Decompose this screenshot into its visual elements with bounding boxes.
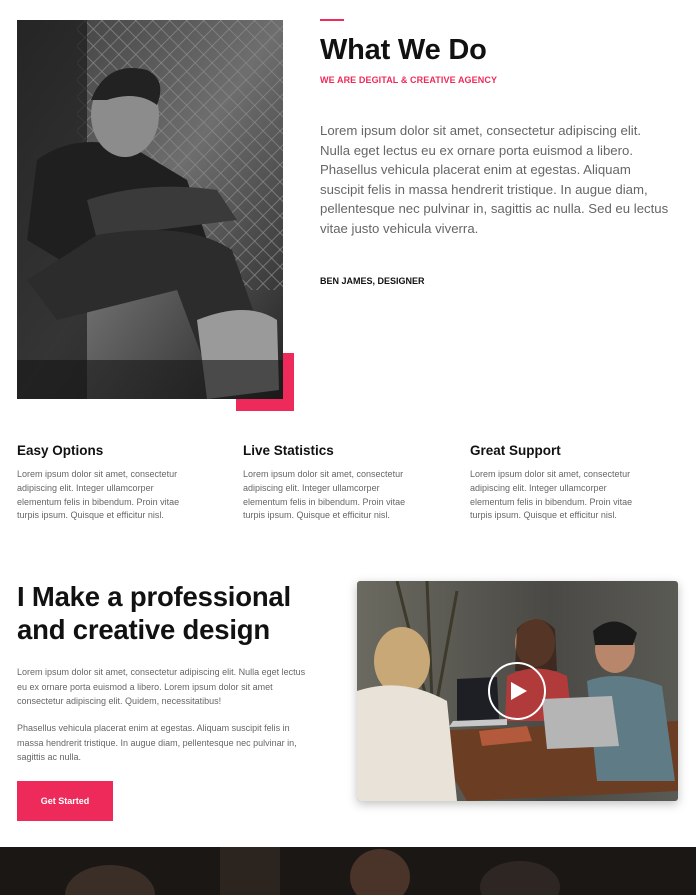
pro-paragraph-1: Lorem ipsum dolor sit amet, consectetur …	[17, 667, 306, 706]
title-accent-line	[320, 19, 344, 21]
feature-title: Great Support	[470, 443, 561, 458]
feature-text: Lorem ipsum dolor sit amet, consectetur …	[17, 469, 180, 521]
feature-text: Lorem ipsum dolor sit amet, consectetur …	[470, 469, 633, 521]
video-thumbnail[interactable]	[357, 581, 678, 801]
pro-title: I Make a professional and creative desig…	[17, 581, 291, 645]
pro-paragraph-2: Phasellus vehicula placerat enim at eges…	[17, 723, 297, 762]
about-title: What We Do	[320, 34, 487, 66]
about-image-frame	[17, 20, 294, 411]
about-body: Lorem ipsum dolor sit amet, consectetur …	[320, 123, 669, 236]
about-subtitle: WE ARE DEGITAL & CREATIVE AGENCY	[320, 75, 498, 85]
get-started-button[interactable]: Get Started	[17, 781, 113, 821]
feature-title: Easy Options	[17, 443, 104, 458]
feature-title: Live Statistics	[243, 443, 334, 458]
play-icon	[511, 682, 527, 700]
play-button[interactable]	[488, 662, 546, 720]
about-photo	[17, 20, 283, 399]
next-section-background	[0, 847, 696, 895]
about-author: BEN JAMES, DESIGNER	[320, 276, 425, 286]
feature-easy-options: Easy Options Lorem ipsum dolor sit amet,…	[17, 443, 197, 523]
feature-great-support: Great Support Lorem ipsum dolor sit amet…	[470, 443, 650, 523]
feature-text: Lorem ipsum dolor sit amet, consectetur …	[243, 469, 406, 521]
feature-live-statistics: Live Statistics Lorem ipsum dolor sit am…	[243, 443, 423, 523]
